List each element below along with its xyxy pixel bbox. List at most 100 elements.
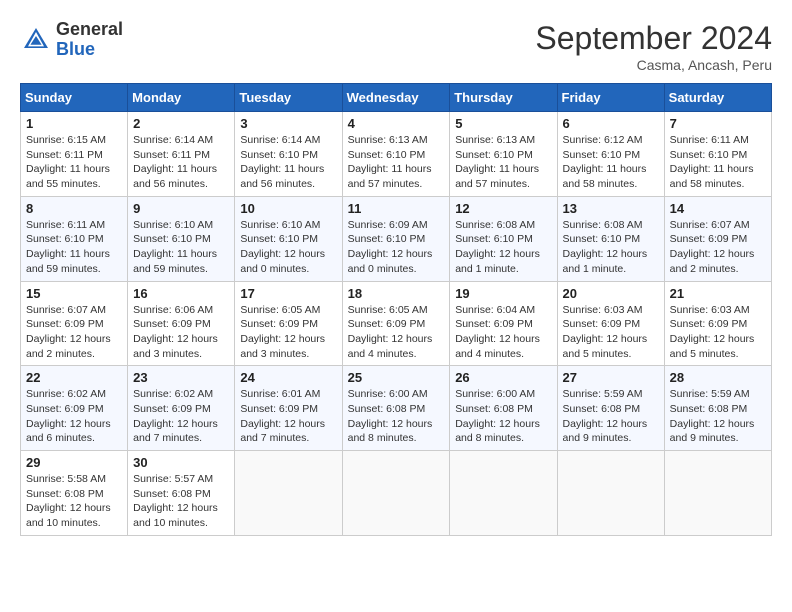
day-of-week-header: Friday: [557, 84, 664, 112]
day-of-week-header: Wednesday: [342, 84, 450, 112]
day-of-week-header: Thursday: [450, 84, 557, 112]
day-of-week-header: Monday: [128, 84, 235, 112]
day-info: Sunrise: 6:08 AM Sunset: 6:10 PM Dayligh…: [455, 218, 551, 277]
day-number: 28: [670, 370, 766, 385]
calendar-day-cell: 4 Sunrise: 6:13 AM Sunset: 6:10 PM Dayli…: [342, 112, 450, 197]
calendar-day-cell: 24 Sunrise: 6:01 AM Sunset: 6:09 PM Dayl…: [235, 366, 342, 451]
calendar-table: SundayMondayTuesdayWednesdayThursdayFrid…: [20, 83, 772, 536]
day-info: Sunrise: 6:11 AM Sunset: 6:10 PM Dayligh…: [26, 218, 122, 277]
day-of-week-header: Saturday: [664, 84, 771, 112]
calendar-week-row: 29 Sunrise: 5:58 AM Sunset: 6:08 PM Dayl…: [21, 451, 772, 536]
day-info: Sunrise: 6:12 AM Sunset: 6:10 PM Dayligh…: [563, 133, 659, 192]
calendar-day-cell: 15 Sunrise: 6:07 AM Sunset: 6:09 PM Dayl…: [21, 281, 128, 366]
day-number: 6: [563, 116, 659, 131]
day-number: 19: [455, 286, 551, 301]
day-number: 5: [455, 116, 551, 131]
calendar-day-cell: 28 Sunrise: 5:59 AM Sunset: 6:08 PM Dayl…: [664, 366, 771, 451]
day-info: Sunrise: 6:11 AM Sunset: 6:10 PM Dayligh…: [670, 133, 766, 192]
calendar-day-cell: 30 Sunrise: 5:57 AM Sunset: 6:08 PM Dayl…: [128, 451, 235, 536]
day-info: Sunrise: 5:59 AM Sunset: 6:08 PM Dayligh…: [670, 387, 766, 446]
day-number: 17: [240, 286, 336, 301]
calendar-week-row: 22 Sunrise: 6:02 AM Sunset: 6:09 PM Dayl…: [21, 366, 772, 451]
logo-icon: [20, 24, 52, 56]
day-info: Sunrise: 6:08 AM Sunset: 6:10 PM Dayligh…: [563, 218, 659, 277]
day-info: Sunrise: 6:13 AM Sunset: 6:10 PM Dayligh…: [455, 133, 551, 192]
calendar-day-cell: 10 Sunrise: 6:10 AM Sunset: 6:10 PM Dayl…: [235, 196, 342, 281]
day-number: 11: [348, 201, 445, 216]
day-number: 30: [133, 455, 229, 470]
day-number: 7: [670, 116, 766, 131]
day-number: 23: [133, 370, 229, 385]
calendar-day-cell: [557, 451, 664, 536]
calendar-day-cell: [342, 451, 450, 536]
calendar-day-cell: 9 Sunrise: 6:10 AM Sunset: 6:10 PM Dayli…: [128, 196, 235, 281]
calendar-day-cell: 25 Sunrise: 6:00 AM Sunset: 6:08 PM Dayl…: [342, 366, 450, 451]
day-number: 24: [240, 370, 336, 385]
calendar-day-cell: 21 Sunrise: 6:03 AM Sunset: 6:09 PM Dayl…: [664, 281, 771, 366]
day-info: Sunrise: 6:01 AM Sunset: 6:09 PM Dayligh…: [240, 387, 336, 446]
day-info: Sunrise: 6:00 AM Sunset: 6:08 PM Dayligh…: [455, 387, 551, 446]
calendar-header-row: SundayMondayTuesdayWednesdayThursdayFrid…: [21, 84, 772, 112]
day-number: 1: [26, 116, 122, 131]
day-info: Sunrise: 6:09 AM Sunset: 6:10 PM Dayligh…: [348, 218, 445, 277]
calendar-day-cell: 14 Sunrise: 6:07 AM Sunset: 6:09 PM Dayl…: [664, 196, 771, 281]
calendar-day-cell: 5 Sunrise: 6:13 AM Sunset: 6:10 PM Dayli…: [450, 112, 557, 197]
day-number: 29: [26, 455, 122, 470]
day-number: 12: [455, 201, 551, 216]
calendar-day-cell: 26 Sunrise: 6:00 AM Sunset: 6:08 PM Dayl…: [450, 366, 557, 451]
day-number: 26: [455, 370, 551, 385]
calendar-day-cell: 12 Sunrise: 6:08 AM Sunset: 6:10 PM Dayl…: [450, 196, 557, 281]
calendar-day-cell: 17 Sunrise: 6:05 AM Sunset: 6:09 PM Dayl…: [235, 281, 342, 366]
calendar-day-cell: 8 Sunrise: 6:11 AM Sunset: 6:10 PM Dayli…: [21, 196, 128, 281]
day-number: 2: [133, 116, 229, 131]
calendar-day-cell: 22 Sunrise: 6:02 AM Sunset: 6:09 PM Dayl…: [21, 366, 128, 451]
day-info: Sunrise: 6:03 AM Sunset: 6:09 PM Dayligh…: [670, 303, 766, 362]
day-of-week-header: Tuesday: [235, 84, 342, 112]
calendar-day-cell: 18 Sunrise: 6:05 AM Sunset: 6:09 PM Dayl…: [342, 281, 450, 366]
logo: General Blue: [20, 20, 123, 60]
calendar-day-cell: 3 Sunrise: 6:14 AM Sunset: 6:10 PM Dayli…: [235, 112, 342, 197]
calendar-day-cell: 16 Sunrise: 6:06 AM Sunset: 6:09 PM Dayl…: [128, 281, 235, 366]
day-number: 13: [563, 201, 659, 216]
day-info: Sunrise: 6:10 AM Sunset: 6:10 PM Dayligh…: [133, 218, 229, 277]
day-number: 16: [133, 286, 229, 301]
day-number: 8: [26, 201, 122, 216]
day-number: 27: [563, 370, 659, 385]
calendar-day-cell: 29 Sunrise: 5:58 AM Sunset: 6:08 PM Dayl…: [21, 451, 128, 536]
day-info: Sunrise: 5:57 AM Sunset: 6:08 PM Dayligh…: [133, 472, 229, 531]
calendar-week-row: 8 Sunrise: 6:11 AM Sunset: 6:10 PM Dayli…: [21, 196, 772, 281]
day-number: 25: [348, 370, 445, 385]
calendar-week-row: 1 Sunrise: 6:15 AM Sunset: 6:11 PM Dayli…: [21, 112, 772, 197]
day-number: 18: [348, 286, 445, 301]
calendar-week-row: 15 Sunrise: 6:07 AM Sunset: 6:09 PM Dayl…: [21, 281, 772, 366]
day-info: Sunrise: 6:02 AM Sunset: 6:09 PM Dayligh…: [26, 387, 122, 446]
calendar-day-cell: 7 Sunrise: 6:11 AM Sunset: 6:10 PM Dayli…: [664, 112, 771, 197]
title-block: September 2024 Casma, Ancash, Peru: [535, 20, 772, 73]
calendar-day-cell: [450, 451, 557, 536]
day-info: Sunrise: 6:10 AM Sunset: 6:10 PM Dayligh…: [240, 218, 336, 277]
page-header: General Blue September 2024 Casma, Ancas…: [20, 20, 772, 73]
day-number: 15: [26, 286, 122, 301]
day-number: 14: [670, 201, 766, 216]
day-info: Sunrise: 6:07 AM Sunset: 6:09 PM Dayligh…: [670, 218, 766, 277]
day-info: Sunrise: 6:03 AM Sunset: 6:09 PM Dayligh…: [563, 303, 659, 362]
calendar-day-cell: [664, 451, 771, 536]
calendar-day-cell: 23 Sunrise: 6:02 AM Sunset: 6:09 PM Dayl…: [128, 366, 235, 451]
day-info: Sunrise: 5:58 AM Sunset: 6:08 PM Dayligh…: [26, 472, 122, 531]
calendar-day-cell: 20 Sunrise: 6:03 AM Sunset: 6:09 PM Dayl…: [557, 281, 664, 366]
day-info: Sunrise: 6:05 AM Sunset: 6:09 PM Dayligh…: [348, 303, 445, 362]
day-of-week-header: Sunday: [21, 84, 128, 112]
day-number: 3: [240, 116, 336, 131]
calendar-day-cell: 1 Sunrise: 6:15 AM Sunset: 6:11 PM Dayli…: [21, 112, 128, 197]
day-info: Sunrise: 6:14 AM Sunset: 6:11 PM Dayligh…: [133, 133, 229, 192]
day-number: 21: [670, 286, 766, 301]
calendar-day-cell: 19 Sunrise: 6:04 AM Sunset: 6:09 PM Dayl…: [450, 281, 557, 366]
day-info: Sunrise: 5:59 AM Sunset: 6:08 PM Dayligh…: [563, 387, 659, 446]
day-number: 9: [133, 201, 229, 216]
month-title: September 2024: [535, 20, 772, 57]
day-info: Sunrise: 6:02 AM Sunset: 6:09 PM Dayligh…: [133, 387, 229, 446]
logo-text: General Blue: [56, 20, 123, 60]
calendar-day-cell: 13 Sunrise: 6:08 AM Sunset: 6:10 PM Dayl…: [557, 196, 664, 281]
day-info: Sunrise: 6:14 AM Sunset: 6:10 PM Dayligh…: [240, 133, 336, 192]
calendar-day-cell: 27 Sunrise: 5:59 AM Sunset: 6:08 PM Dayl…: [557, 366, 664, 451]
